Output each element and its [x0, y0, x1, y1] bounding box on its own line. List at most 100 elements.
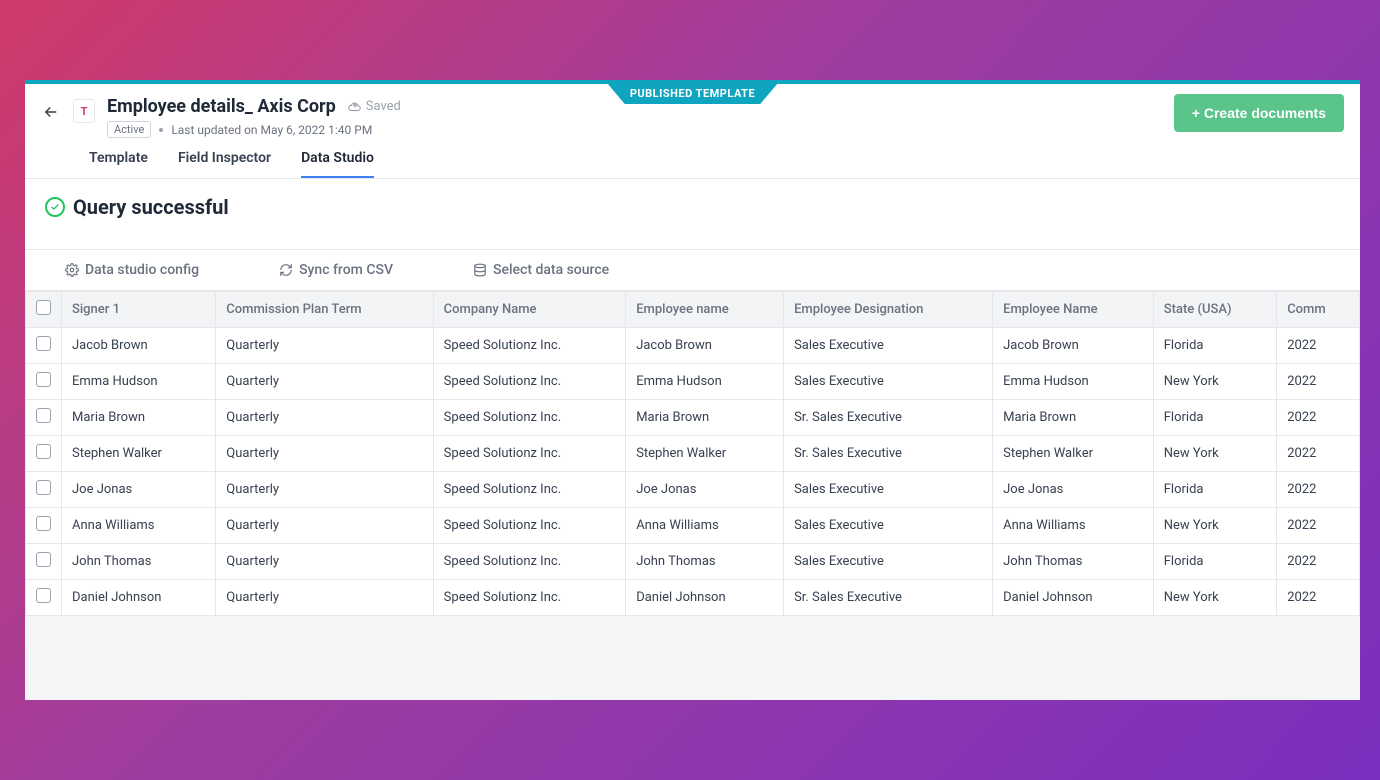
cell: Quarterly	[216, 544, 433, 580]
row-checkbox[interactable]	[36, 408, 51, 423]
data-toolbar: Data studio config Sync from CSV Select …	[25, 250, 1360, 291]
cell: Daniel Johnson	[62, 580, 216, 616]
toolbar-config-label: Data studio config	[85, 262, 199, 278]
query-status: Query successful	[25, 179, 1360, 250]
cell: New York	[1153, 364, 1276, 400]
cell: Speed Solutionz Inc.	[433, 508, 626, 544]
cloud-icon	[348, 100, 362, 114]
cell: Florida	[1153, 544, 1276, 580]
tab-field-inspector[interactable]: Field Inspector	[178, 150, 271, 178]
template-icon: T	[73, 99, 95, 123]
cell: 2022	[1277, 580, 1360, 616]
col-emp-name1: Employee name	[626, 292, 784, 328]
table-row: Daniel JohnsonQuarterlySpeed Solutionz I…	[26, 580, 1360, 616]
toolbar-sync-label: Sync from CSV	[299, 262, 393, 278]
row-select-cell	[26, 328, 62, 364]
cell: 2022	[1277, 508, 1360, 544]
cell: Emma Hudson	[62, 364, 216, 400]
cell: 2022	[1277, 472, 1360, 508]
cell: Stephen Walker	[993, 436, 1154, 472]
cell: Anna Williams	[993, 508, 1154, 544]
cell: Jacob Brown	[626, 328, 784, 364]
cell: Quarterly	[216, 508, 433, 544]
cell: New York	[1153, 580, 1276, 616]
refresh-icon	[279, 263, 293, 277]
cell: New York	[1153, 436, 1276, 472]
row-checkbox[interactable]	[36, 372, 51, 387]
table-row: Maria Brown QuarterlySpeed Solutionz Inc.…	[26, 400, 1360, 436]
row-checkbox[interactable]	[36, 336, 51, 351]
cell: Jacob Brown	[993, 328, 1154, 364]
row-select-cell	[26, 400, 62, 436]
col-comm: Comm	[1277, 292, 1360, 328]
table-row: Joe JonasQuarterlySpeed Solutionz Inc.Jo…	[26, 472, 1360, 508]
cell: Speed Solutionz Inc.	[433, 544, 626, 580]
row-select-cell	[26, 436, 62, 472]
row-select-cell	[26, 364, 62, 400]
cell: Quarterly	[216, 400, 433, 436]
cell: John Thomas	[993, 544, 1154, 580]
database-icon	[473, 263, 487, 277]
cell: Quarterly	[216, 328, 433, 364]
cell: Sr. Sales Executive	[784, 436, 993, 472]
cell: 2022	[1277, 328, 1360, 364]
cell: Anna Williams	[626, 508, 784, 544]
cell: Sales Executive	[784, 328, 993, 364]
row-checkbox[interactable]	[36, 588, 51, 603]
toolbar-source-label: Select data source	[493, 262, 609, 278]
cell: Stephen Walker	[626, 436, 784, 472]
row-checkbox[interactable]	[36, 480, 51, 495]
tab-template[interactable]: Template	[89, 150, 148, 178]
check-circle-icon	[45, 197, 65, 217]
last-updated: Last updated on May 6, 2022 1:40 PM	[171, 123, 372, 137]
cell: Sales Executive	[784, 364, 993, 400]
table-container: Signer 1 Commission Plan Term Company Na…	[25, 291, 1360, 616]
cell: Emma Hudson	[626, 364, 784, 400]
cell: Speed Solutionz Inc.	[433, 400, 626, 436]
row-checkbox[interactable]	[36, 516, 51, 531]
create-documents-button[interactable]: + Create documents	[1174, 94, 1344, 132]
cell: 2022	[1277, 364, 1360, 400]
cell: Sr. Sales Executive	[784, 400, 993, 436]
cell: Sales Executive	[784, 544, 993, 580]
cell: Joe Jonas	[993, 472, 1154, 508]
cell: John Thomas	[626, 544, 784, 580]
table-row: Stephen WalkerQuarterlySpeed Solutionz I…	[26, 436, 1360, 472]
cell: Emma Hudson	[993, 364, 1154, 400]
col-company: Company Name	[433, 292, 626, 328]
col-commission: Commission Plan Term	[216, 292, 433, 328]
separator-dot	[159, 128, 163, 132]
cell: Sales Executive	[784, 508, 993, 544]
gear-icon	[65, 263, 79, 277]
col-signer: Signer 1	[62, 292, 216, 328]
select-all-checkbox[interactable]	[36, 300, 51, 315]
cell: Daniel Johnson	[626, 580, 784, 616]
cell: Daniel Johnson	[993, 580, 1154, 616]
cell: Maria Brown	[993, 400, 1154, 436]
col-designation: Employee Designation	[784, 292, 993, 328]
back-arrow-icon[interactable]	[39, 100, 63, 124]
row-checkbox[interactable]	[36, 552, 51, 567]
table-row: Emma HudsonQuarterlySpeed Solutionz Inc.…	[26, 364, 1360, 400]
cell: Maria Brown	[626, 400, 784, 436]
cell: Florida	[1153, 400, 1276, 436]
data-table: Signer 1 Commission Plan Term Company Na…	[25, 291, 1360, 616]
cell: Florida	[1153, 328, 1276, 364]
row-checkbox[interactable]	[36, 444, 51, 459]
cell: Quarterly	[216, 364, 433, 400]
saved-status: Saved	[348, 99, 401, 114]
saved-label: Saved	[366, 99, 401, 114]
row-select-cell	[26, 580, 62, 616]
select-data-source-button[interactable]: Select data source	[473, 262, 609, 278]
cell: Speed Solutionz Inc.	[433, 436, 626, 472]
sync-csv-button[interactable]: Sync from CSV	[279, 262, 393, 278]
cell: Sales Executive	[784, 472, 993, 508]
tabs: Template Field Inspector Data Studio	[39, 150, 1344, 178]
data-studio-config-button[interactable]: Data studio config	[65, 262, 199, 278]
tab-data-studio[interactable]: Data Studio	[301, 150, 374, 178]
cell: John Thomas	[62, 544, 216, 580]
cell: Florida	[1153, 472, 1276, 508]
row-select-cell	[26, 508, 62, 544]
row-select-cell	[26, 472, 62, 508]
cell: New York	[1153, 508, 1276, 544]
